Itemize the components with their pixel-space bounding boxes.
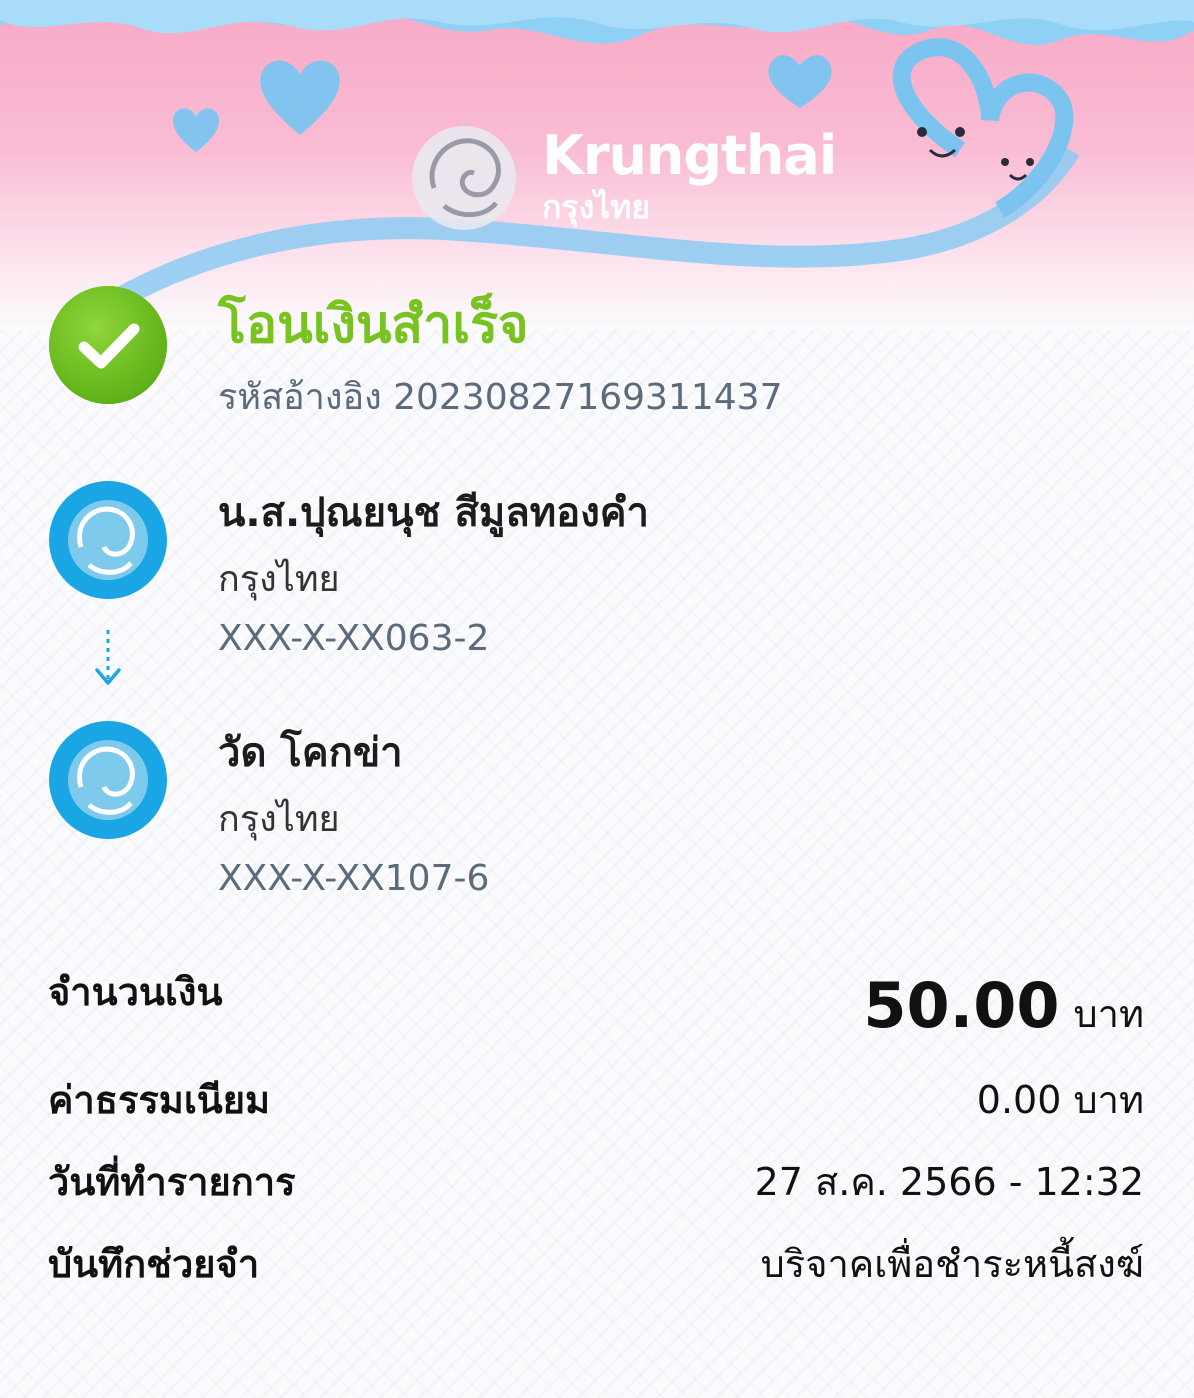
date-value: 27 ส.ค. 2566 - 12:32	[754, 1160, 1144, 1204]
brand-name-th: กรุงไทย	[542, 188, 651, 226]
amount-value-group: 50.00 บาท	[863, 968, 1144, 1052]
amount-value: 50.00	[863, 969, 1060, 1042]
amount-unit: บาท	[1073, 992, 1144, 1036]
fee-label: ค่าธรรมเนียม	[48, 1078, 271, 1122]
status-title: โอนเงินสำเร็จ	[218, 295, 529, 355]
brand-name-en: Krungthai	[542, 124, 837, 187]
sender-name: น.ส.ปุณยนุช สีมูลทองคำ	[218, 490, 649, 536]
header-banner: Krungthai กรุงไทย	[0, 0, 1194, 330]
check-icon	[49, 286, 167, 404]
amount-label: จำนวนเงิน	[48, 970, 223, 1014]
krungthai-bird-icon	[68, 740, 148, 820]
transfer-slip: Krungthai กรุงไทย โอนเงินสำเร็จ รหัสอ้าง…	[0, 0, 1194, 1398]
receiver-name: วัด โคกข่า	[218, 730, 403, 776]
krungthai-logo: Krungthai กรุงไทย	[404, 118, 837, 238]
sender-bank: กรุงไทย	[218, 559, 340, 600]
receiver-bank-avatar	[49, 721, 167, 839]
reference-number: รหัสอ้างอิง 20230827169311437	[218, 377, 783, 418]
date-label: วันที่ทำรายการ	[48, 1160, 296, 1204]
receiver-account: XXX-X-XX107-6	[218, 858, 490, 899]
garuda-bird-icon	[412, 126, 516, 230]
memo-value: บริจาคเพื่อชำระหนี้สงฆ์	[760, 1242, 1144, 1286]
arrow-down-icon	[95, 630, 121, 685]
receiver-bank: กรุงไทย	[218, 799, 340, 840]
krungthai-bird-icon	[68, 500, 148, 580]
sender-account: XXX-X-XX063-2	[218, 618, 490, 659]
sender-bank-avatar	[49, 481, 167, 599]
memo-label: บันทึกช่วยจำ	[48, 1242, 260, 1286]
fee-value: 0.00 บาท	[976, 1078, 1144, 1122]
